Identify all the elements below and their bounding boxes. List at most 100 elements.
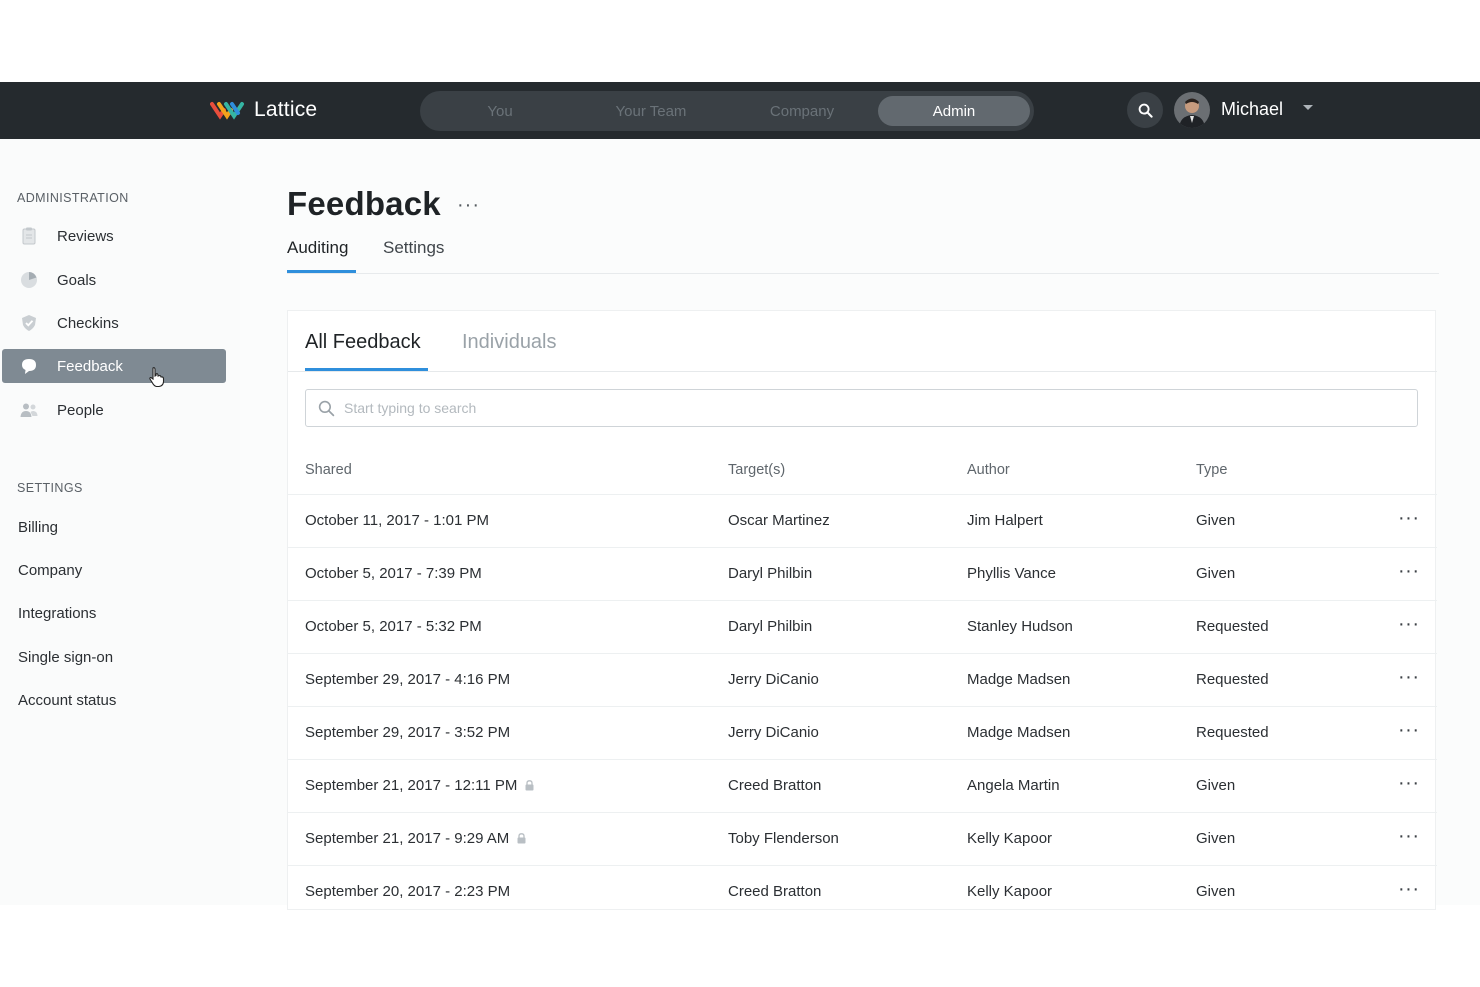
table-row[interactable]: September 29, 2017 - 4:16 PM Jerry DiCani… [288, 653, 1437, 706]
feedback-search-input[interactable] [344, 398, 1404, 418]
hand-cursor-icon [149, 367, 165, 388]
sidebar-item-integrations[interactable]: Integrations [18, 605, 96, 622]
subtab-individuals[interactable]: Individuals [462, 331, 557, 354]
search-icon [318, 400, 335, 417]
nav-tab-your-team[interactable]: Your Team [575, 96, 727, 126]
clipboard-icon [22, 227, 36, 245]
checkin-shield-icon [22, 315, 36, 331]
table-row[interactable]: September 21, 2017 - 9:29 AM Toby Flender… [288, 812, 1437, 865]
lock-icon [525, 780, 534, 791]
row-more-options-button[interactable]: ··· [1398, 772, 1419, 795]
cell-shared: October 11, 2017 - 1:01 PM [305, 512, 489, 529]
cell-shared: October 5, 2017 - 5:32 PM [305, 618, 482, 635]
cell-type: Given [1196, 777, 1236, 794]
tab-auditing[interactable]: Auditing [287, 238, 348, 258]
cell-target: Daryl Philbin [728, 618, 813, 635]
shared-date: September 29, 2017 - 3:52 PM [305, 724, 511, 741]
main-nav-switcher: You Your Team Company Admin [420, 91, 1034, 131]
table-row[interactable]: October 5, 2017 - 5:32 PM Daryl Philbin St… [288, 600, 1437, 653]
active-tab-indicator [287, 270, 356, 273]
chat-bubble-icon [22, 359, 36, 374]
column-header-targets[interactable]: Target(s) [728, 462, 785, 478]
column-header-shared[interactable]: Shared [305, 462, 352, 478]
app-name: Lattice [254, 98, 318, 121]
cell-type: Given [1196, 883, 1236, 900]
search-icon [1138, 103, 1153, 118]
sidebar-item-feedback[interactable]: Feedback [2, 349, 226, 383]
goal-pie-icon [21, 272, 37, 288]
sidebar-item-label: People [57, 401, 104, 419]
cell-author: Madge Madsen [967, 724, 1071, 741]
tab-settings[interactable]: Settings [383, 238, 444, 258]
lattice-logo[interactable]: Lattice [210, 96, 317, 124]
sidebar-heading-administration: ADMINISTRATION [17, 191, 129, 205]
cell-author: Kelly Kapoor [967, 883, 1053, 900]
table-row[interactable]: September 20, 2017 - 2:23 PM Creed Bratto… [288, 865, 1437, 918]
shared-date: September 21, 2017 - 9:29 AM [305, 830, 510, 847]
user-name[interactable]: Michael [1221, 99, 1283, 120]
sidebar-item-label: Feedback [57, 357, 123, 375]
row-more-options-button[interactable]: ··· [1398, 825, 1419, 848]
global-search-button[interactable] [1127, 92, 1163, 128]
sidebar-item-goals[interactable]: Goals [2, 263, 226, 297]
cell-type: Requested [1196, 724, 1269, 741]
table-row[interactable]: October 11, 2017 - 1:01 PM Oscar Martinez… [288, 494, 1437, 547]
sidebar-item-billing[interactable]: Billing [18, 519, 58, 536]
cell-type: Requested [1196, 671, 1269, 688]
user-avatar[interactable] [1174, 92, 1210, 128]
shared-date: October 5, 2017 - 7:39 PM [305, 565, 482, 582]
nav-tab-company[interactable]: Company [726, 96, 878, 126]
main-content: Feedback ··· Auditing Settings All Feedb… [240, 139, 1480, 910]
caret-down-icon[interactable] [1302, 104, 1314, 112]
cell-target: Jerry DiCanio [728, 724, 819, 741]
sidebar: ADMINISTRATION Reviews Goals Checkins Fe… [0, 139, 240, 905]
cell-type: Given [1196, 830, 1236, 847]
cell-author: Madge Madsen [967, 671, 1071, 688]
sidebar-item-checkins[interactable]: Checkins [2, 306, 226, 340]
feedback-card: All Feedback Individuals Shared Target(s… [287, 310, 1437, 910]
row-more-options-button[interactable]: ··· [1398, 666, 1419, 689]
cell-type: Requested [1196, 618, 1269, 635]
shared-date: September 29, 2017 - 4:16 PM [305, 671, 511, 688]
page-title: Feedback [287, 185, 441, 222]
lock-icon [517, 833, 526, 844]
cell-target: Creed Bratton [728, 777, 822, 794]
subtab-all-feedback[interactable]: All Feedback [305, 331, 421, 354]
sidebar-item-account-status[interactable]: Account status [18, 692, 116, 709]
sidebar-item-people[interactable]: People [2, 393, 226, 427]
sidebar-item-label: Checkins [57, 314, 119, 332]
cell-shared: September 20, 2017 - 2:23 PM [305, 883, 510, 900]
cell-target: Creed Bratton [728, 883, 822, 900]
cell-type: Given [1196, 512, 1236, 529]
row-more-options-button[interactable]: ··· [1398, 507, 1419, 530]
people-icon [20, 403, 38, 417]
nav-tab-you[interactable]: You [424, 96, 576, 126]
sidebar-item-reviews[interactable]: Reviews [2, 219, 226, 253]
column-header-author[interactable]: Author [967, 462, 1010, 478]
shared-date: September 20, 2017 - 2:23 PM [305, 883, 511, 900]
cell-author: Stanley Hudson [967, 618, 1073, 635]
sidebar-item-label: Goals [57, 271, 97, 289]
table-row[interactable]: October 5, 2017 - 7:39 PM Daryl Philbin Ph… [288, 547, 1437, 600]
cell-shared: September 29, 2017 - 3:52 PM [305, 724, 510, 741]
row-more-options-button[interactable]: ··· [1398, 613, 1419, 636]
page-more-options-button[interactable]: ··· [457, 194, 480, 217]
column-header-type[interactable]: Type [1196, 462, 1227, 478]
table-row[interactable]: September 29, 2017 - 3:52 PM Jerry DiCani… [288, 706, 1437, 759]
top-navigation-bar: Lattice You Your Team Company Admin Mich… [0, 82, 1480, 139]
cell-author: Jim Halpert [967, 512, 1043, 529]
row-more-options-button[interactable]: ··· [1398, 719, 1419, 742]
sidebar-item-company[interactable]: Company [18, 562, 82, 579]
sidebar-item-single-sign-on[interactable]: Single sign-on [18, 649, 113, 666]
sidebar-item-label: Reviews [57, 227, 114, 245]
cell-author: Kelly Kapoor [967, 830, 1053, 847]
row-more-options-button[interactable]: ··· [1398, 878, 1419, 901]
nav-tab-admin[interactable]: Admin [878, 96, 1030, 126]
cell-target: Oscar Martinez [728, 512, 830, 529]
row-more-options-button[interactable]: ··· [1398, 560, 1419, 583]
shared-date: October 11, 2017 - 1:01 PM [305, 512, 489, 529]
table-row[interactable]: September 21, 2017 - 12:11 PM Creed Bratt… [288, 759, 1437, 812]
cell-author: Phyllis Vance [967, 565, 1056, 582]
feedback-search-box[interactable] [305, 389, 1418, 427]
subtabs-divider [288, 371, 1437, 372]
